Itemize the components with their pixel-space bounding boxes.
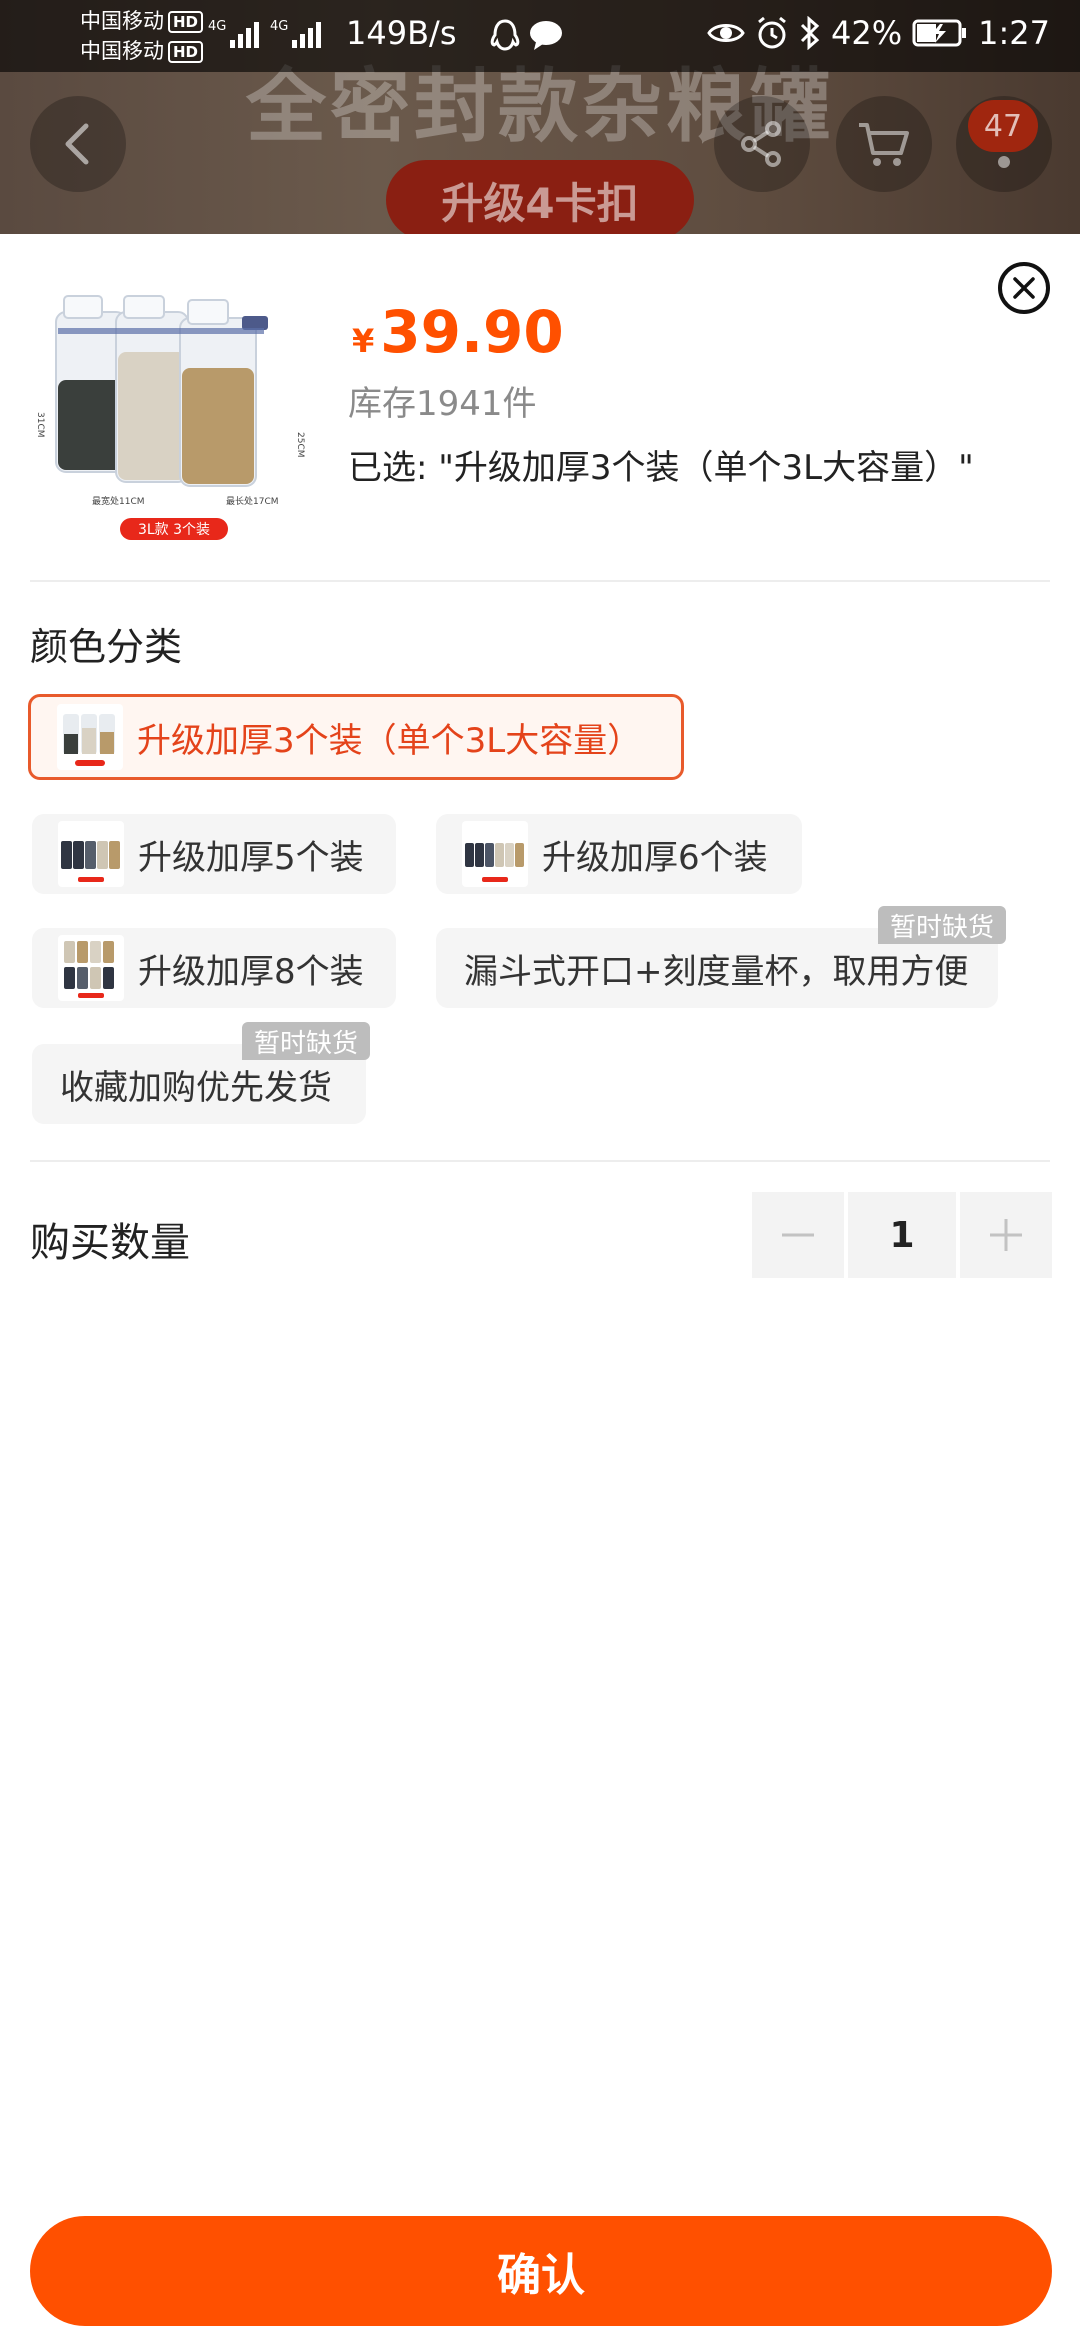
confirm-button[interactable]: 确认: [30, 2216, 1052, 2326]
sku-option-label: 升级加厚6个装: [542, 837, 768, 878]
close-icon: [1013, 277, 1035, 299]
product-thumbnail[interactable]: 31CM 25CM 最宽处11CM 最长处17CM 3L款 3个装: [30, 282, 312, 544]
qq-icon: [490, 19, 520, 51]
sku-option-label: 升级加厚3个装（单个3L大容量）: [137, 720, 642, 761]
status-bar: 中国移动 HD 中国移动 HD 4G 4G 149B/s 42% 1:27: [0, 0, 1080, 72]
sku-option-label: 收藏加购优先发货: [60, 1067, 332, 1108]
clock-time: 1:27: [978, 14, 1050, 52]
share-icon: [741, 121, 781, 167]
chat-icon: [530, 21, 562, 50]
signal-icon: 4G: [208, 19, 259, 48]
sku-option-3-pack[interactable]: 升级加厚3个装（单个3L大容量）: [28, 694, 684, 780]
stock-count: 库存1941件: [348, 384, 537, 424]
increase-button[interactable]: [960, 1192, 1052, 1278]
product-image: 31CM 25CM 最宽处11CM 最长处17CM 3L款 3个装: [35, 295, 305, 540]
divider: [30, 1160, 1050, 1162]
bluetooth-icon: [800, 16, 820, 50]
carrier-info: 中国移动 HD 中国移动 HD: [80, 6, 204, 66]
carrier-1: 中国移动: [80, 9, 164, 33]
sku-option-label: 升级加厚5个装: [138, 837, 364, 878]
close-button[interactable]: [998, 262, 1050, 314]
net-speed: 149B/s: [346, 14, 457, 52]
share-button[interactable]: [714, 96, 810, 192]
divider: [30, 580, 1050, 582]
option-thumbnail: [58, 935, 124, 1001]
dim-width-text: 最宽处11CM: [92, 495, 145, 507]
battery-charging-icon: [912, 19, 967, 47]
quantity-value[interactable]: 1: [848, 1192, 956, 1278]
quantity-label: 购买数量: [30, 1220, 190, 1266]
price-value: 39.90: [380, 298, 564, 366]
dim-height-text: 31CM: [35, 412, 45, 438]
back-button[interactable]: [30, 96, 126, 192]
hd-icon: HD: [168, 11, 204, 33]
net-tag: 4G: [208, 19, 226, 34]
decrease-button[interactable]: [752, 1192, 844, 1278]
option-thumbnail: [462, 821, 528, 887]
option-thumbnail: [58, 821, 124, 887]
battery-percent: 42%: [831, 14, 903, 52]
thumb-tag-text: 3L款 3个装: [138, 522, 210, 538]
out-of-stock-tag: 暂时缺货: [242, 1022, 371, 1060]
sku-option-8-pack[interactable]: 升级加厚8个装: [32, 928, 396, 1008]
sku-bottom-sheet: 31CM 25CM 最宽处11CM 最长处17CM 3L款 3个装 ¥ 39.9…: [0, 234, 1080, 2340]
cart-icon: [859, 123, 909, 166]
chevron-left-icon: [65, 123, 89, 165]
signal-icon: 4G: [270, 19, 321, 48]
status-right: 42% 1:27: [707, 14, 1050, 52]
sku-selector-screen: 全密封款杂粮罐 升级4卡扣 47 中国移动 HD 中国移动 HD 4G 4G 1…: [0, 0, 1080, 2340]
currency-symbol: ¥: [352, 322, 375, 360]
dim-height2-text: 25CM: [295, 432, 305, 458]
eye-icon: [707, 24, 745, 42]
quantity-stepper: 1: [752, 1192, 1052, 1278]
hd-icon: HD: [168, 41, 204, 63]
sku-option-label: 升级加厚8个装: [138, 951, 364, 992]
dim-length-text: 最长处17CM: [226, 495, 279, 507]
sku-option-5-pack[interactable]: 升级加厚5个装: [32, 814, 396, 894]
selected-sku-text: 已选: "升级加厚3个装（单个3L大容量）": [348, 448, 974, 488]
option-thumbnail: [57, 704, 123, 770]
price: ¥ 39.90: [352, 298, 564, 366]
alarm-icon: [758, 16, 786, 49]
out-of-stock-tag: 暂时缺货: [878, 906, 1007, 944]
minus-icon: [782, 1233, 814, 1237]
sku-option-6-pack[interactable]: 升级加厚6个装: [436, 814, 802, 894]
plus-icon: [990, 1219, 1022, 1251]
backdrop-pill: 升级4卡扣: [386, 160, 694, 234]
carrier-2: 中国移动: [80, 39, 164, 63]
sku-option-label: 漏斗式开口+刻度量杯，取用方便: [464, 951, 969, 992]
cart-count-badge: 47: [968, 100, 1038, 152]
color-section-title: 颜色分类: [30, 625, 183, 669]
net-tag: 4G: [270, 19, 288, 34]
cart-button[interactable]: [836, 96, 932, 192]
